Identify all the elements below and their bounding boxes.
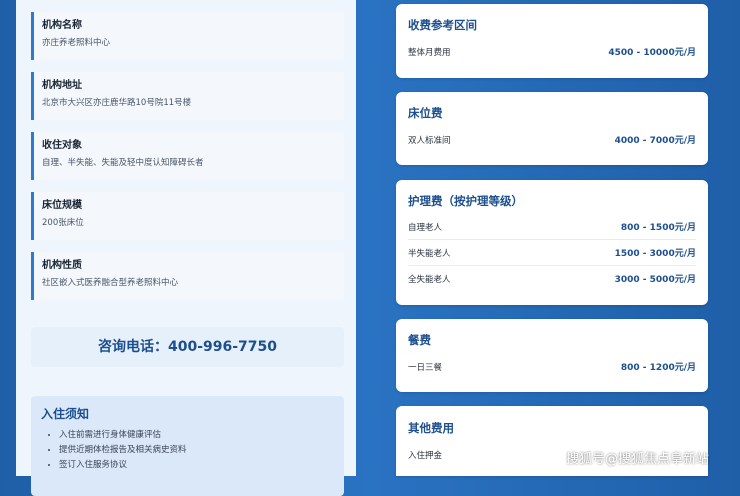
fee-row: 一日三餐 800 - 1200元/月 [408,354,696,379]
fee-label: 一日三餐 [408,362,443,373]
fee-row: 全失能老人 3000 - 5000元/月 [408,266,696,291]
left-panel: 机构名称 亦庄养老照料中心 机构地址 北京市大兴区亦庄鹿华路10号院11号楼 收… [16,0,356,496]
fee-label: 双人标准间 [408,135,451,146]
fee-label: 全失能老人 [408,274,451,285]
notice-item: 入住前需进行身体健康评估 [59,428,344,443]
fee-row: 双人标准间 4000 - 7000元/月 [408,127,696,152]
info-item-address: 机构地址 北京市大兴区亦庄鹿华路10号院11号楼 [31,72,344,120]
info-item-name: 机构名称 亦庄养老照料中心 [31,12,344,60]
fee-row: 自理老人 800 - 1500元/月 [408,214,696,240]
fee-price: 3000 - 5000元/月 [614,275,696,285]
card-title: 床位费 [408,106,443,120]
info-value: 北京市大兴区亦庄鹿华路10号院11号楼 [42,98,192,108]
info-value: 社区嵌入式医养融合型养老照料中心 [42,278,179,288]
info-value: 200张床位 [42,218,84,228]
card-title: 其他费用 [408,421,454,435]
fee-price: 1500 - 3000元/月 [614,249,696,259]
notice-list: 入住前需进行身体健康评估 提供近期体检报告及相关病史资料 签订入住服务协议 [41,428,344,473]
info-title: 机构名称 [42,20,82,31]
info-value: 亦庄养老照料中心 [42,38,111,48]
card-care-fee: 护理费（按护理等级） 自理老人 800 - 1500元/月 半失能老人 1500… [396,180,708,305]
card-title: 餐费 [408,333,431,347]
info-item-target: 收住对象 自理、半失能、失能及轻中度认知障碍长者 [31,132,344,180]
fee-label: 自理老人 [408,222,443,233]
info-title: 机构地址 [42,80,82,91]
consult-phone[interactable]: 咨询电话：400-996-7750 [31,327,344,367]
admission-notice: 入住须知 入住前需进行身体健康评估 提供近期体检报告及相关病史资料 签订入住服务… [31,396,344,496]
watermark: 搜狐号@搜狐焦点阜新站 [566,452,710,467]
notice-item: 签订入住服务协议 [59,458,344,473]
fee-price: 4500 - 10000元/月 [608,48,696,58]
card-meal-fee: 餐费 一日三餐 800 - 1200元/月 [396,319,708,392]
info-item-beds: 床位规模 200张床位 [31,192,344,240]
card-title: 收费参考区间 [408,18,477,32]
fee-label: 半失能老人 [408,248,451,259]
fee-price: 800 - 1500元/月 [620,223,696,233]
info-item-nature: 机构性质 社区嵌入式医养融合型养老照料中心 [31,252,344,300]
notice-title: 入住须知 [41,407,90,421]
info-value: 自理、半失能、失能及轻中度认知障碍长者 [42,158,204,168]
info-title: 机构性质 [42,260,82,271]
fee-price: 800 - 1200元/月 [620,363,696,373]
fee-price: 4000 - 7000元/月 [614,136,696,146]
card-fee-range: 收费参考区间 整体月费用 4500 - 10000元/月 [396,4,708,78]
card-bed-fee: 床位费 双人标准间 4000 - 7000元/月 [396,92,708,165]
notice-item: 提供近期体检报告及相关病史资料 [59,443,344,458]
info-title: 收住对象 [42,140,82,151]
fee-label: 整体月费用 [408,47,451,58]
fee-row: 半失能老人 1500 - 3000元/月 [408,240,696,266]
fee-row: 整体月费用 4500 - 10000元/月 [408,39,696,64]
info-title: 床位规模 [42,200,82,211]
card-title: 护理费（按护理等级） [408,194,523,208]
fee-label: 入住押金 [408,450,443,461]
